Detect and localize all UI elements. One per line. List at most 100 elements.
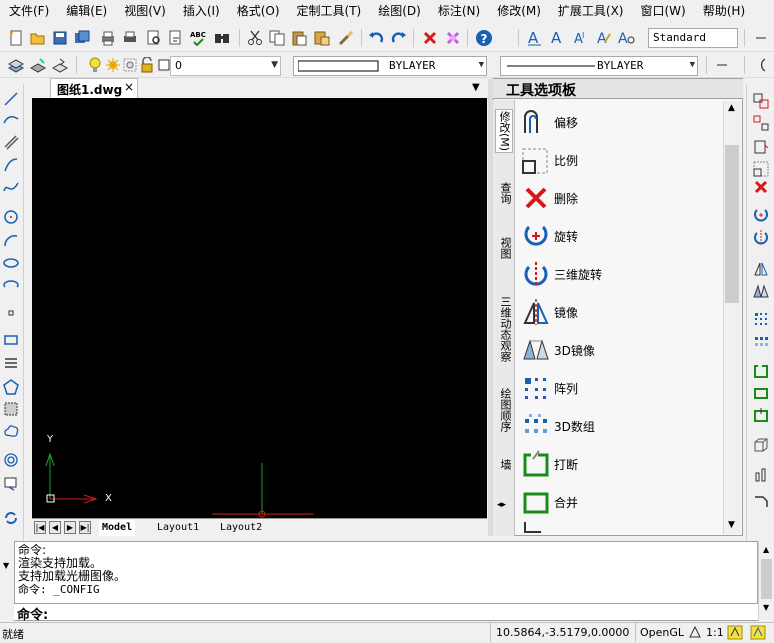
menu-insert[interactable]: 插入(I): [174, 0, 228, 22]
edit-text-icon[interactable]: A: [595, 29, 613, 47]
annotation-scale[interactable]: 1:1: [706, 626, 724, 639]
tool-break[interactable]: 打断: [521, 446, 721, 482]
new-file-icon[interactable]: [7, 29, 25, 47]
rotate-object-icon[interactable]: [752, 206, 770, 224]
command-scroll-thumb[interactable]: [761, 559, 772, 599]
command-scrollbar[interactable]: ▲ ▼: [758, 541, 774, 621]
menu-format[interactable]: 格式(O): [228, 0, 288, 22]
circle-icon[interactable]: [2, 208, 20, 226]
break-object-icon[interactable]: [752, 362, 770, 380]
palette-scroll-thumb[interactable]: [725, 145, 739, 303]
toolbar-overflow-icon[interactable]: [713, 56, 731, 74]
mirror-object-icon[interactable]: [752, 260, 770, 278]
explode-icon[interactable]: [752, 114, 770, 132]
erase-object-icon[interactable]: [752, 178, 770, 196]
rotate-3d-object-icon[interactable]: [752, 228, 770, 246]
batch-save-icon[interactable]: [73, 29, 91, 47]
menu-window[interactable]: 窗口(W): [632, 0, 694, 22]
menu-modify[interactable]: 修改(M): [488, 0, 549, 22]
polyline-icon[interactable]: [2, 156, 20, 174]
tool-delete[interactable]: 删除: [521, 180, 721, 216]
region-icon[interactable]: [2, 400, 20, 418]
layer-previous-icon[interactable]: [51, 56, 69, 74]
spell-check-icon[interactable]: ABC: [190, 29, 208, 47]
tab-wall[interactable]: 墙: [495, 452, 513, 476]
prev-layout-icon[interactable]: ◀: [49, 521, 61, 534]
layer-state-icon[interactable]: [29, 56, 47, 74]
tool-3d-rotate[interactable]: 三维旋转: [521, 256, 721, 292]
last-layout-icon[interactable]: ▶|: [79, 521, 91, 534]
menu-help[interactable]: 帮助(H): [694, 0, 753, 22]
document-tab[interactable]: 图纸1.dwg ×: [50, 78, 138, 98]
print-icon[interactable]: [99, 29, 117, 47]
single-line-text-icon[interactable]: AI: [572, 29, 590, 47]
polygon-icon[interactable]: [2, 378, 20, 396]
tab-view[interactable]: 视图: [495, 230, 513, 266]
layer-lock-icon[interactable]: [138, 56, 156, 74]
mirror-3d-object-icon[interactable]: [752, 282, 770, 300]
multiline-text-icon[interactable]: A: [549, 29, 567, 47]
layer-manager-icon[interactable]: [7, 56, 25, 74]
paste-icon[interactable]: [290, 29, 308, 47]
publish-icon[interactable]: [167, 29, 185, 47]
save-icon[interactable]: [51, 29, 69, 47]
tool-rotate[interactable]: 旋转: [521, 218, 721, 254]
linetype-select[interactable]: BYLAYER ▼: [293, 56, 487, 76]
tab-model[interactable]: Model: [99, 520, 136, 536]
tab-3d-orbit[interactable]: 三维动态观察: [495, 288, 513, 370]
text-style-select[interactable]: Standard: [648, 28, 738, 48]
lineweight-select[interactable]: BYLAYER ▼: [500, 56, 698, 76]
copy-object-icon[interactable]: [752, 92, 770, 110]
line-icon[interactable]: [2, 90, 20, 108]
cut-icon[interactable]: [246, 29, 264, 47]
redo-icon[interactable]: [390, 29, 408, 47]
hatch-icon[interactable]: [2, 354, 20, 372]
donut-icon[interactable]: [2, 451, 20, 469]
chamfer-icon[interactable]: [752, 492, 770, 510]
rectangle-icon[interactable]: [2, 331, 20, 349]
command-grip[interactable]: ▼: [0, 541, 14, 621]
menu-draw[interactable]: 绘图(D): [369, 0, 429, 22]
tool-scale[interactable]: 比例: [521, 142, 721, 178]
menu-extend-tools[interactable]: 扩展工具(X): [549, 0, 632, 22]
print-preview-icon[interactable]: [145, 29, 163, 47]
ellipse-icon[interactable]: [2, 254, 20, 272]
spline-icon[interactable]: [2, 178, 20, 196]
trim-object-icon[interactable]: [752, 406, 770, 424]
align-icon[interactable]: [752, 466, 770, 484]
arc-partial-icon[interactable]: [751, 56, 769, 74]
paste-block-icon[interactable]: [313, 29, 331, 47]
multiline-icon[interactable]: [2, 133, 20, 151]
renderer-indicator[interactable]: OpenGL: [640, 626, 684, 639]
tool-3d-mirror[interactable]: 3D镜像: [521, 332, 721, 368]
tool-offset[interactable]: 偏移: [521, 104, 721, 140]
help-icon[interactable]: ?: [474, 28, 494, 48]
tool-3d-array[interactable]: 3D数组: [521, 408, 721, 444]
open-file-icon[interactable]: [29, 29, 47, 47]
quick-select-icon[interactable]: [444, 29, 462, 47]
tool-join[interactable]: 合并: [521, 484, 721, 520]
layer-thaw-icon[interactable]: [104, 56, 122, 74]
box-3d-icon[interactable]: [752, 436, 770, 454]
drawing-canvas[interactable]: Y X: [32, 98, 487, 518]
chevron-down-icon[interactable]: ▼: [472, 82, 480, 93]
tab-draw-order[interactable]: 绘图顺序: [495, 381, 513, 439]
auto-scale-icon[interactable]: [750, 625, 766, 643]
stretch-icon[interactable]: [752, 138, 770, 156]
menu-dimension[interactable]: 标注(N): [429, 0, 488, 22]
tab-query[interactable]: 查询: [495, 173, 513, 213]
palette-scroll-tabs-icon[interactable]: ◂▸: [497, 500, 506, 510]
erase-icon[interactable]: [421, 29, 439, 47]
plot-icon[interactable]: [121, 29, 139, 47]
tool-mirror[interactable]: 镜像: [521, 294, 721, 330]
close-icon[interactable]: ×: [124, 80, 134, 94]
undo-icon[interactable]: [367, 29, 385, 47]
layer-on-icon[interactable]: [86, 56, 104, 74]
menu-edit[interactable]: 编辑(E): [57, 0, 115, 22]
join-object-icon[interactable]: [752, 384, 770, 402]
find-text-icon[interactable]: A: [618, 29, 636, 47]
menu-file[interactable]: 文件(F): [0, 0, 57, 22]
cloud-icon[interactable]: [2, 422, 20, 440]
ellipse-arc-icon[interactable]: [2, 276, 20, 294]
first-layout-icon[interactable]: |◀: [34, 521, 46, 534]
